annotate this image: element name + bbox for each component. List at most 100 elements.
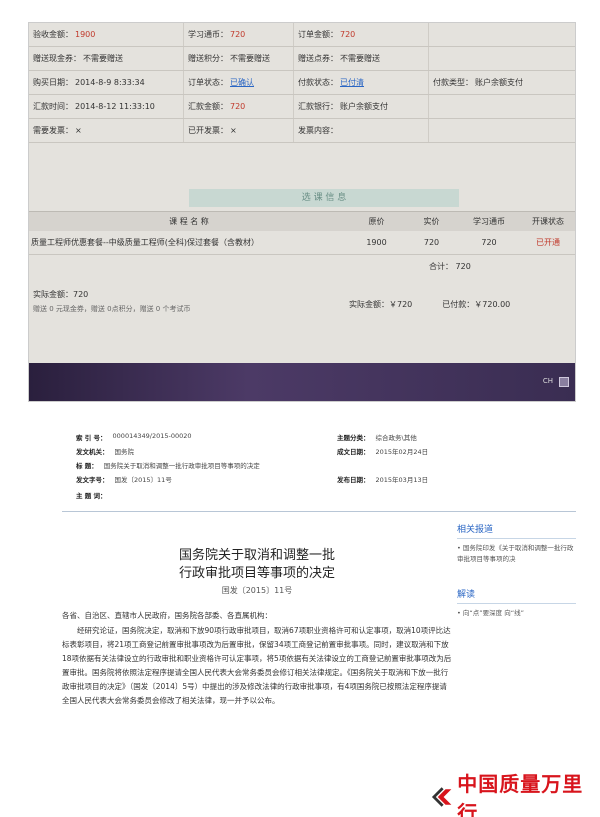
col-coins: 学习通币 — [473, 217, 505, 226]
meta-row: 主题分类： 综合政务\其他 — [337, 432, 417, 442]
order-field-value: 2014-8-12 11:33:10 — [75, 102, 155, 111]
order-field-value: 720 — [230, 30, 246, 39]
tray-app-icon[interactable] — [559, 377, 569, 387]
order-field-value: × — [230, 126, 237, 135]
meta-label: 发文机关： — [76, 448, 109, 456]
watermark-text: 中国质量万里行 — [457, 772, 584, 817]
order-field-value: 1900 — [75, 30, 96, 39]
interpretation-link[interactable]: • 向“点”要深度 向“线” — [457, 608, 576, 619]
col-actual-price: 实价 — [423, 217, 440, 226]
meta-label: 成文日期： — [337, 448, 370, 456]
order-field-value: × — [75, 126, 82, 135]
total-row: 合计： 720 — [429, 261, 471, 272]
meta-label: 发布日期： — [337, 476, 370, 484]
order-field-label: 付款类型： — [433, 78, 473, 87]
input-language[interactable]: CH — [543, 377, 553, 387]
actual-value: ￥720 — [389, 300, 413, 309]
order-field-value[interactable]: 已付清 — [340, 77, 364, 88]
order-screen-photo: 验收金额： 1900 学习通币： 720 订单金额： 720 赠送现金券： 不需要赠送 赠送积分… — [28, 22, 576, 402]
col-course-name: 课 程 名 称 — [169, 217, 209, 226]
meta-value: 2015年02月24日 — [375, 448, 429, 456]
order-info-row: 汇款时间： 2014-8-12 11:33:10 汇款金额： 720 汇款银行： 账户余额… — [29, 95, 575, 119]
related-news-heading: 相关报道 — [457, 522, 576, 539]
order-info-cell: 验收金额： 1900 — [29, 23, 184, 46]
order-field-value: 不需要赠送 — [230, 54, 270, 63]
watermark-logo-icon — [431, 787, 452, 807]
order-info-cell: 需要发票： × — [29, 119, 184, 142]
order-field-label: 赠送现金券： — [33, 54, 81, 63]
order-field-label: 赠送点券： — [298, 54, 338, 63]
order-info-cell: 汇款金额： 720 — [184, 95, 294, 118]
meta-label: 主 题 词： — [76, 492, 107, 500]
order-info-row: 需要发票： × 已开发票： × 发票内容： — [29, 119, 575, 143]
system-tray: CH — [543, 377, 569, 387]
order-info-cell: 购买日期： 2014-8-9 8:33:34 — [29, 71, 184, 94]
meta-row: 主 题 词： — [76, 490, 113, 500]
course-row: 质量工程师优惠套餐--中级质量工程师(全科)保过套餐（含教材） 1900 720… — [29, 231, 575, 255]
meta-value: 综合政务\其他 — [375, 434, 417, 442]
order-field-label: 已开发票： — [188, 126, 228, 135]
order-field-label: 赠送积分： — [188, 54, 228, 63]
order-info-cell: 订单状态： 已确认 — [184, 71, 294, 94]
meta-row: 发文机关： 国务院 — [76, 446, 134, 456]
meta-row: 发布日期： 2015年03月13日 — [337, 474, 428, 484]
order-info-cell: 订单金额： 720 — [294, 23, 429, 46]
actual-label: 实际金额： — [349, 300, 389, 309]
order-info-cell: 学习通币： 720 — [184, 23, 294, 46]
order-info-cell: 赠送点券： 不需要赠送 — [294, 47, 429, 70]
gov-document-screenshot: 索 引 号： 000014349/2015-00020 发文机关： 国务院标 题： 国务… — [62, 422, 576, 802]
order-field-label: 购买日期： — [33, 78, 73, 87]
meta-row: 发文字号： 国发〔2015〕11号 — [76, 474, 172, 484]
order-info-cell — [429, 95, 575, 118]
order-info-row: 验收金额： 1900 学习通币： 720 订单金额： 720 — [29, 23, 575, 47]
related-sidebar: 相关报道 • 国务院印发《关于取消和调整一批行政审批项目等事项的决 解读 • 向… — [457, 522, 576, 619]
meta-label: 发文字号： — [76, 476, 109, 484]
order-field-label: 发票内容： — [298, 126, 338, 135]
course-section-title: 选 课 信 息 — [189, 189, 459, 207]
document-meta-table: 索 引 号： 000014349/2015-00020 发文机关： 国务院标 题： 国务… — [62, 422, 576, 512]
paid-value: ￥720.00 — [474, 300, 511, 309]
meta-label: 索 引 号： — [76, 434, 107, 442]
article-body: 经研究论证，国务院决定，取消和下放90项行政审批项目，取消67项职业资格许可和认… — [62, 626, 452, 705]
order-field-value: 不需要赠送 — [83, 54, 123, 63]
meta-value: 国务院关于取消和调整一批行政审批项目等事项的决定 — [103, 462, 260, 470]
order-field-label: 汇款时间： — [33, 102, 73, 111]
paid-label: 已付款： — [442, 300, 475, 309]
order-field-value[interactable]: 已确认 — [230, 77, 254, 88]
course-status: 已开通 — [536, 238, 560, 247]
article-addressee: 各省、自治区、直辖市人民政府，国务院各部委、各直属机构： — [62, 611, 272, 620]
order-info-cell: 已开发票： × — [184, 119, 294, 142]
order-field-label: 学习通币： — [188, 30, 228, 39]
summary-amount: 实际金额：720 — [33, 290, 89, 299]
meta-row: 索 引 号： 000014349/2015-00020 — [76, 432, 192, 442]
related-news-link[interactable]: • 国务院印发《关于取消和调整一批行政审批项目等事项的决 — [457, 543, 576, 565]
meta-label: 标 题： — [76, 462, 98, 470]
total-value: 720 — [455, 262, 471, 271]
meta-row: 成文日期： 2015年02月24日 — [337, 446, 428, 456]
order-field-label: 付款状态： — [298, 78, 338, 87]
order-field-label: 汇款银行： — [298, 102, 338, 111]
order-field-value: 720 — [230, 102, 246, 111]
course-coins: 720 — [481, 238, 497, 247]
order-field-value: 账户余额支付 — [340, 102, 388, 111]
meta-value: 000014349/2015-00020 — [112, 432, 192, 440]
order-field-label: 需要发票： — [33, 126, 73, 135]
order-info-cell: 汇款银行： 账户余额支付 — [294, 95, 429, 118]
order-field-value: 720 — [340, 30, 356, 39]
course-name[interactable]: 质量工程师优惠套餐--中级质量工程师(全科)保过套餐（含教材） — [29, 237, 349, 248]
meta-value: 国务院 — [114, 448, 135, 456]
article-doc-number: 国发〔2015〕11号 — [221, 586, 293, 595]
order-info-cell: 汇款时间： 2014-8-12 11:33:10 — [29, 95, 184, 118]
article-title: 国务院关于取消和调整一批 行政审批项目等事项的决定 — [62, 547, 452, 583]
summary-bonus: 赠送 0 元现金券，赠送 0点积分，赠送 0 个考试币 — [33, 305, 191, 313]
order-info-cell — [429, 47, 575, 70]
article-title-line1: 国务院关于取消和调整一批 — [178, 548, 335, 563]
meta-row: 标 题： 国务院关于取消和调整一批行政审批项目等事项的决定 — [76, 460, 260, 470]
col-status: 开课状态 — [532, 217, 564, 226]
order-info-cell: 付款状态： 已付清 — [294, 71, 429, 94]
payment-summary: 实际金额：￥720 已付款：￥720.00 — [349, 299, 510, 310]
order-info-cell — [429, 23, 575, 46]
order-field-label: 验收金额： — [33, 30, 73, 39]
article-title-line2: 行政审批项目等事项的决定 — [178, 566, 335, 581]
taskbar: CH — [29, 363, 575, 401]
